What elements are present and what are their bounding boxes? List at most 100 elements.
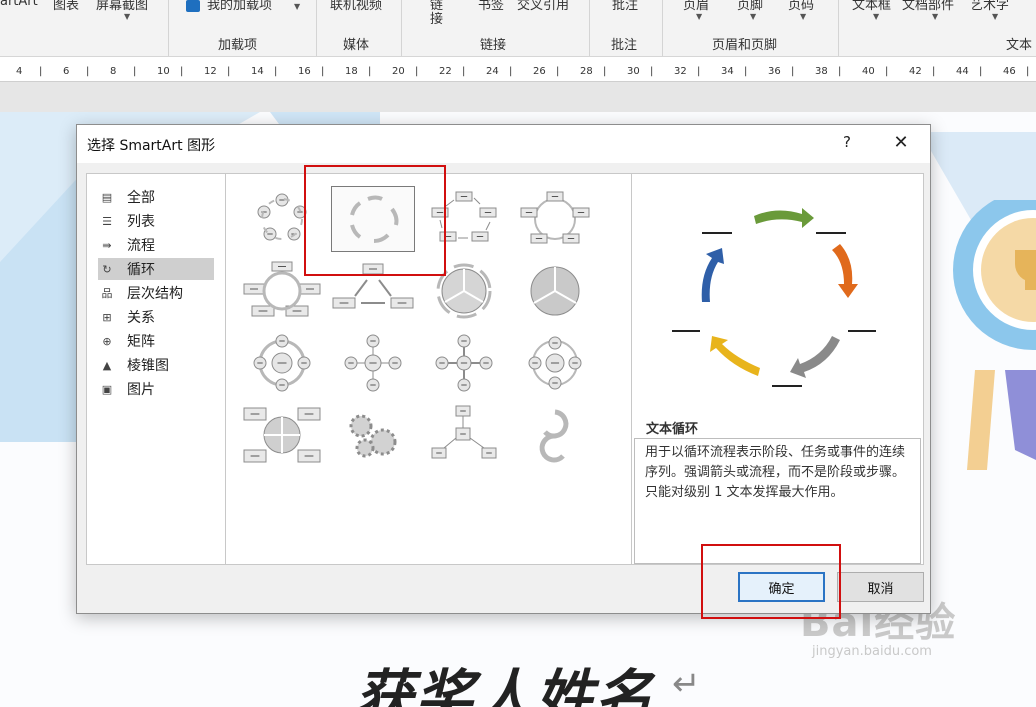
ribbon-command[interactable]: 文档部件 [902, 0, 954, 13]
ruler-mark: | [462, 66, 466, 77]
ruler-tick: 38 [815, 66, 828, 77]
preview-pane: 文本循环 用于以循环流程表示阶段、任务或事件的连续序列。强调箭头或流程，而不是阶… [631, 173, 924, 565]
ribbon-group-label: 链接 [480, 38, 507, 53]
diverging-radial-thumbnail-icon [435, 334, 493, 392]
ruler-tick: 36 [768, 66, 781, 77]
ribbon-group-label: 文本 [1006, 38, 1033, 53]
ruler-mark: | [1026, 66, 1030, 77]
category-hierarchy[interactable]: 品 层次结构 [98, 282, 214, 304]
circle-arrow-thumbnail-icon [539, 409, 569, 463]
ruler-mark: | [603, 66, 607, 77]
ruler-tick: 40 [862, 66, 875, 77]
radial-cycle-thumbnail-icon [253, 334, 311, 392]
layout-gear[interactable] [331, 402, 415, 468]
award-title[interactable]: 获奖人姓名 [355, 650, 655, 707]
ruler-mark: | [885, 66, 889, 77]
ruler-mark: | [39, 66, 43, 77]
ruler-tick: 32 [674, 66, 687, 77]
ruler-tick: 28 [580, 66, 593, 77]
layout-nondirectional-cycle[interactable] [513, 186, 597, 252]
layout-radial-cycle[interactable] [240, 330, 324, 396]
ribbon-command[interactable]: 批注 [612, 0, 638, 13]
ribbon-command[interactable]: 艺术字 [970, 0, 1009, 13]
cycle-arrow-bottom-left [710, 336, 760, 376]
ribbon-command[interactable]: 图表 [53, 0, 79, 13]
ruler-tick: 46 [1003, 66, 1016, 77]
ruler-mark: | [979, 66, 983, 77]
category-process[interactable]: ⇛ 流程 [98, 234, 214, 256]
ribbon-separator [168, 0, 169, 56]
ribbon-command[interactable]: 文本框 [852, 0, 891, 13]
link-subtext[interactable]: 接 [430, 8, 443, 27]
cycle-arrow-left [701, 248, 724, 302]
all-icon: ▤ [101, 190, 113, 204]
ruler-tick: 24 [486, 66, 499, 77]
ruler-tick: 42 [909, 66, 922, 77]
layout-diverging-radial[interactable] [422, 330, 506, 396]
layout-circle-arrow[interactable] [513, 402, 597, 468]
chevron-down-icon[interactable]: ▼ [800, 12, 806, 21]
text-cycle-preview [672, 208, 876, 387]
ruler-tick: 4 [16, 66, 23, 77]
ruler-tick: 20 [392, 66, 405, 77]
layout-basic-radial[interactable] [331, 330, 415, 396]
ruler-mark: | [697, 66, 701, 77]
ribbon-command[interactable]: 书签 [478, 0, 504, 13]
ruler-mark: | [415, 66, 419, 77]
ribbon-command[interactable]: 交叉引用 [517, 0, 569, 13]
ruler-mark: | [274, 66, 278, 77]
cycle-arrow-bottom-right [790, 336, 840, 378]
cycle-matrix-thumbnail-icon [243, 407, 321, 463]
ruler-tick: 34 [721, 66, 734, 77]
ruler-tick: 18 [345, 66, 358, 77]
ribbon-group-label: 页眉和页脚 [712, 38, 778, 53]
highlight-box [701, 544, 841, 619]
ruler-tick: 16 [298, 66, 311, 77]
addin-store-icon[interactable] [186, 0, 200, 12]
help-button[interactable]: ? [835, 133, 859, 155]
category-label: 循环 [127, 262, 155, 278]
dialog-title: 选择 SmartArt 图形 [87, 138, 216, 154]
chevron-down-icon[interactable]: ▼ [873, 12, 879, 21]
cycle-icon: ↻ [102, 262, 112, 276]
cancel-button[interactable]: 取消 [837, 572, 924, 602]
ribbon-group-label: 批注 [611, 38, 638, 53]
category-matrix[interactable]: ⊕ 矩阵 [98, 330, 214, 352]
ruler-tick: 6 [63, 66, 70, 77]
ribbon-command[interactable]: artArt [0, 0, 38, 9]
ribbon-command[interactable]: 联机视频 [330, 0, 382, 13]
dialog-titlebar[interactable]: 选择 SmartArt 图形 ? ✕ [77, 125, 930, 163]
ribbon-command[interactable]: 我的加载项 [207, 0, 272, 13]
ribbon-group-label: 媒体 [343, 38, 370, 53]
ruler-mark: | [932, 66, 936, 77]
close-button[interactable]: ✕ [887, 132, 915, 156]
ruler-mark: | [368, 66, 372, 77]
chevron-down-icon[interactable]: ▼ [294, 2, 300, 11]
ruler-mark: | [321, 66, 325, 77]
horizontal-ruler[interactable]: 4 | 6 | 8 | 10 | 12 | 14 | 16 | 18 | 20 | 22 | 24 | 26 | 28 | 30 | 3… [0, 57, 1036, 82]
chevron-down-icon[interactable]: ▼ [124, 12, 130, 21]
layout-radial-cluster[interactable] [422, 402, 506, 468]
layout-cycle-matrix[interactable] [240, 402, 324, 468]
layout-radial-venn[interactable] [513, 330, 597, 396]
ribbon-separator [316, 0, 317, 56]
chevron-down-icon[interactable]: ▼ [932, 12, 938, 21]
category-picture[interactable]: ▣ 图片 [98, 378, 214, 400]
layout-basic-pie[interactable] [513, 258, 597, 324]
highlight-box [304, 165, 446, 276]
ruler-mark: | [509, 66, 513, 77]
category-pyramid[interactable]: ▲ 棱锥图 [98, 354, 214, 376]
category-relationship[interactable]: ⊞ 关系 [98, 306, 214, 328]
ruler-mark: | [838, 66, 842, 77]
smartart-dialog: 选择 SmartArt 图形 ? ✕ ▤ 全部 ☰ 列表 ⇛ 流程 ↻ 循环品 层次结构 ⊞ 关系 ⊕… [76, 124, 931, 614]
category-list[interactable]: ☰ 列表 [98, 210, 214, 232]
category-list: ▤ 全部 ☰ 列表 ⇛ 流程 ↻ 循环品 层次结构 ⊞ 关系 ⊕ 矩阵 ▲ 棱锥图 ▣ 图片 [86, 173, 226, 565]
gear-thumbnail-icon [349, 414, 397, 458]
ribbon-command[interactable]: 屏幕截图 [96, 0, 148, 13]
chevron-down-icon[interactable]: ▼ [750, 12, 756, 21]
chevron-down-icon[interactable]: ▼ [696, 12, 702, 21]
ruler-mark: | [650, 66, 654, 77]
chevron-down-icon[interactable]: ▼ [992, 12, 998, 21]
category-cycle[interactable]: ↻ 循环 [98, 258, 214, 280]
category-all[interactable]: ▤ 全部 [98, 186, 214, 208]
